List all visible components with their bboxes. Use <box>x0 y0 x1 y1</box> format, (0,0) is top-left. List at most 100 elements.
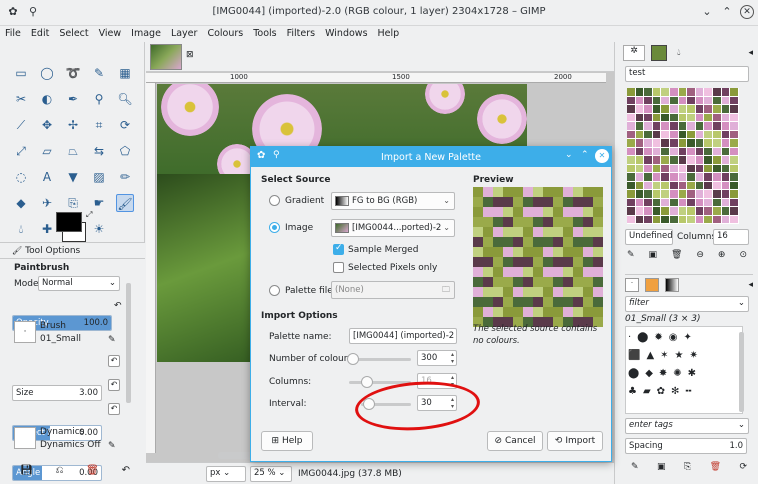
new-color-icon[interactable]: ▣ <box>649 250 658 260</box>
menu-filters[interactable]: Filters <box>282 26 320 42</box>
palette-swatch[interactable] <box>652 181 661 189</box>
tool-options-tab[interactable]: 🖌︎ Tool Options <box>0 243 145 259</box>
palette-swatch[interactable] <box>678 173 687 181</box>
spacing-slider[interactable]: Spacing 1.0 <box>625 438 747 454</box>
palette-swatch[interactable] <box>635 88 644 96</box>
refresh-brushes-icon[interactable]: ⟳ <box>739 462 747 472</box>
palette-swatch[interactable] <box>652 215 661 223</box>
save-options-icon[interactable]: 💾︎ <box>20 465 33 476</box>
palette-swatch[interactable] <box>704 130 712 138</box>
sample-merged-checkbox[interactable] <box>333 243 344 255</box>
measure-icon[interactable]: ⟋ <box>12 116 30 134</box>
palette-swatch[interactable] <box>644 215 652 223</box>
palette-swatch[interactable] <box>635 190 644 198</box>
palette-swatch[interactable] <box>652 122 661 130</box>
palette-swatch[interactable] <box>670 139 678 147</box>
palette-swatch[interactable] <box>695 105 704 113</box>
palette-swatch[interactable] <box>652 207 661 215</box>
palette-swatch[interactable] <box>678 215 687 223</box>
reset-options-icon[interactable]: ↶ <box>122 465 130 476</box>
dodge-icon[interactable]: 💧︎ <box>12 220 30 238</box>
lasso-icon[interactable]: ➰ <box>64 64 82 82</box>
slider-knob[interactable] <box>347 353 359 365</box>
palette-swatch[interactable] <box>670 130 678 138</box>
palette-swatch[interactable] <box>730 215 738 223</box>
paintbrush-icon[interactable]: 🖌︎ <box>116 194 134 212</box>
palette-swatch[interactable] <box>730 207 738 215</box>
menu-help[interactable]: Help <box>373 26 405 42</box>
palette-swatch[interactable] <box>652 113 661 121</box>
reset-icon[interactable]: ↶ <box>114 301 122 311</box>
palette-swatch[interactable] <box>730 198 738 206</box>
palette-swatch[interactable] <box>678 190 687 198</box>
palette-swatch[interactable] <box>695 198 704 206</box>
palette-swatch[interactable] <box>687 215 695 223</box>
palette-swatch[interactable] <box>670 215 678 223</box>
palette-swatch[interactable] <box>644 181 652 189</box>
palette-swatch[interactable] <box>704 164 712 172</box>
palette-swatch[interactable] <box>661 164 669 172</box>
import-button[interactable]: ⟲ Import <box>547 431 603 451</box>
folder-icon[interactable]: 🗀 <box>442 282 450 298</box>
palette-swatch[interactable] <box>635 122 644 130</box>
edit-palette-icon[interactable]: ✎ <box>627 250 635 260</box>
palette-swatch[interactable] <box>687 139 695 147</box>
palette-swatch[interactable] <box>670 105 678 113</box>
mode-dropdown[interactable]: Normal ⌄ <box>38 276 120 291</box>
eraser-icon[interactable]: ◆ <box>12 194 30 212</box>
palette-swatch[interactable] <box>635 198 644 206</box>
perspective-icon[interactable]: ⏢ <box>64 142 82 160</box>
brush-tab-icon[interactable]: · <box>625 277 639 292</box>
flip-icon[interactable]: ⇆ <box>90 142 108 160</box>
palette-swatch[interactable] <box>644 173 652 181</box>
spin-arrows-icon[interactable]: ▴ ▾ <box>451 351 454 365</box>
delete-color-icon[interactable]: 🗑︎ <box>671 250 682 260</box>
pencil-icon[interactable]: ✏ <box>116 168 134 186</box>
palette-swatch[interactable] <box>670 113 678 121</box>
palette-swatch[interactable] <box>721 96 730 104</box>
palette-swatch[interactable] <box>670 207 678 215</box>
palette-swatch[interactable] <box>713 164 721 172</box>
palette-swatch[interactable] <box>678 164 687 172</box>
palette-swatch[interactable] <box>713 215 721 223</box>
palette-swatch[interactable] <box>670 181 678 189</box>
palette-swatch[interactable] <box>695 164 704 172</box>
palette-swatch[interactable] <box>627 173 635 181</box>
palette-swatch[interactable] <box>678 181 687 189</box>
fuzzy-select-icon[interactable]: ✎ <box>90 64 108 82</box>
cancel-button[interactable]: ⊘ Cancel <box>487 431 543 451</box>
palette-file-radio-button[interactable] <box>269 285 280 296</box>
dynamics-tab-icon[interactable]: 💧︎ <box>677 48 681 58</box>
palette-swatch[interactable] <box>695 156 704 164</box>
palette-swatch[interactable] <box>713 105 721 113</box>
palette-swatch[interactable] <box>730 88 738 96</box>
swap-colors-icon[interactable]: ⤢ <box>86 210 92 220</box>
brush-tags-field[interactable]: enter tags ⌄ <box>625 418 749 434</box>
palette-swatch[interactable] <box>678 113 687 121</box>
palette-swatch[interactable] <box>695 147 704 155</box>
palette-swatch[interactable] <box>713 190 721 198</box>
palette-swatch[interactable] <box>644 88 652 96</box>
blur-icon[interactable]: ☀ <box>90 220 108 238</box>
slider-knob[interactable] <box>361 376 373 388</box>
palette-name-input[interactable]: [IMG0044] (imported)-2 <box>349 328 457 344</box>
palette-swatch[interactable] <box>695 190 704 198</box>
palette-swatch[interactable] <box>687 181 695 189</box>
ellipse-select-icon[interactable]: ◯ <box>38 64 56 82</box>
brush-preview-icon[interactable]: · <box>14 321 36 343</box>
palette-swatch[interactable] <box>730 105 738 113</box>
palette-swatch[interactable] <box>627 122 635 130</box>
palette-tab-icon[interactable] <box>651 45 667 61</box>
palette-swatch[interactable] <box>644 130 652 138</box>
palette-swatch[interactable] <box>687 207 695 215</box>
delete-options-icon[interactable]: 🗑︎ <box>86 465 99 476</box>
palette-swatch[interactable] <box>721 139 730 147</box>
menu-image[interactable]: Image <box>126 26 166 42</box>
palette-swatch[interactable] <box>635 147 644 155</box>
palette-swatch[interactable] <box>661 181 669 189</box>
palette-name-field[interactable]: test <box>625 66 749 82</box>
palette-swatch[interactable] <box>627 139 635 147</box>
palette-swatch[interactable] <box>713 181 721 189</box>
gradient-radio[interactable]: Gradient <box>269 195 324 206</box>
restore-options-icon[interactable]: ⎌ <box>55 465 63 476</box>
